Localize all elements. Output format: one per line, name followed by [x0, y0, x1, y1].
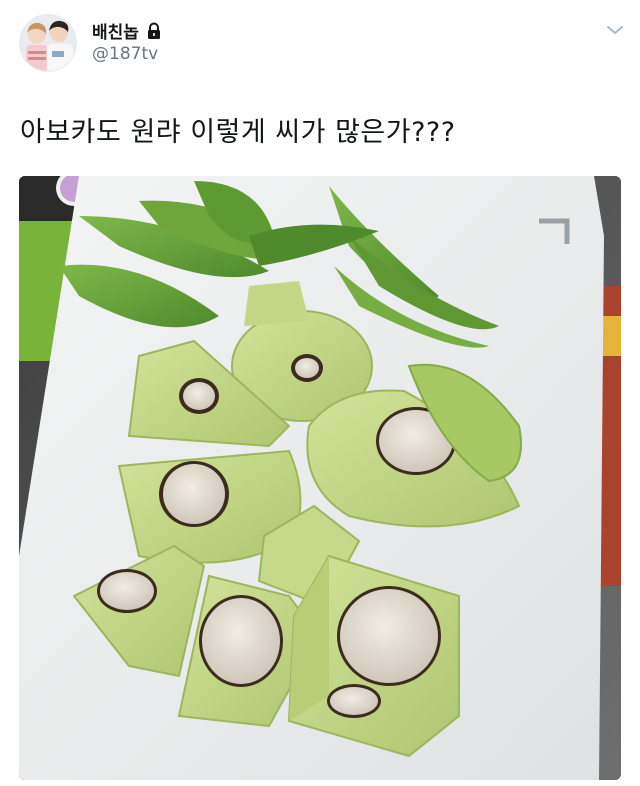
- avatar-image: [20, 15, 76, 71]
- avatar[interactable]: [19, 14, 77, 72]
- tweet-photo[interactable]: [19, 176, 621, 780]
- lock-icon: [146, 22, 162, 40]
- display-name[interactable]: 배친놉: [92, 18, 139, 43]
- tweet-text: 아보카도 원랴 이렇게 씨가 많은가???: [20, 117, 456, 148]
- avocado-photo: [19, 176, 621, 780]
- tweet-header: 배친놉 @187tv: [0, 0, 640, 90]
- chevron-down-icon[interactable]: [605, 22, 625, 36]
- user-name-row[interactable]: 배친놉: [92, 18, 162, 43]
- user-handle[interactable]: @187tv: [92, 44, 158, 64]
